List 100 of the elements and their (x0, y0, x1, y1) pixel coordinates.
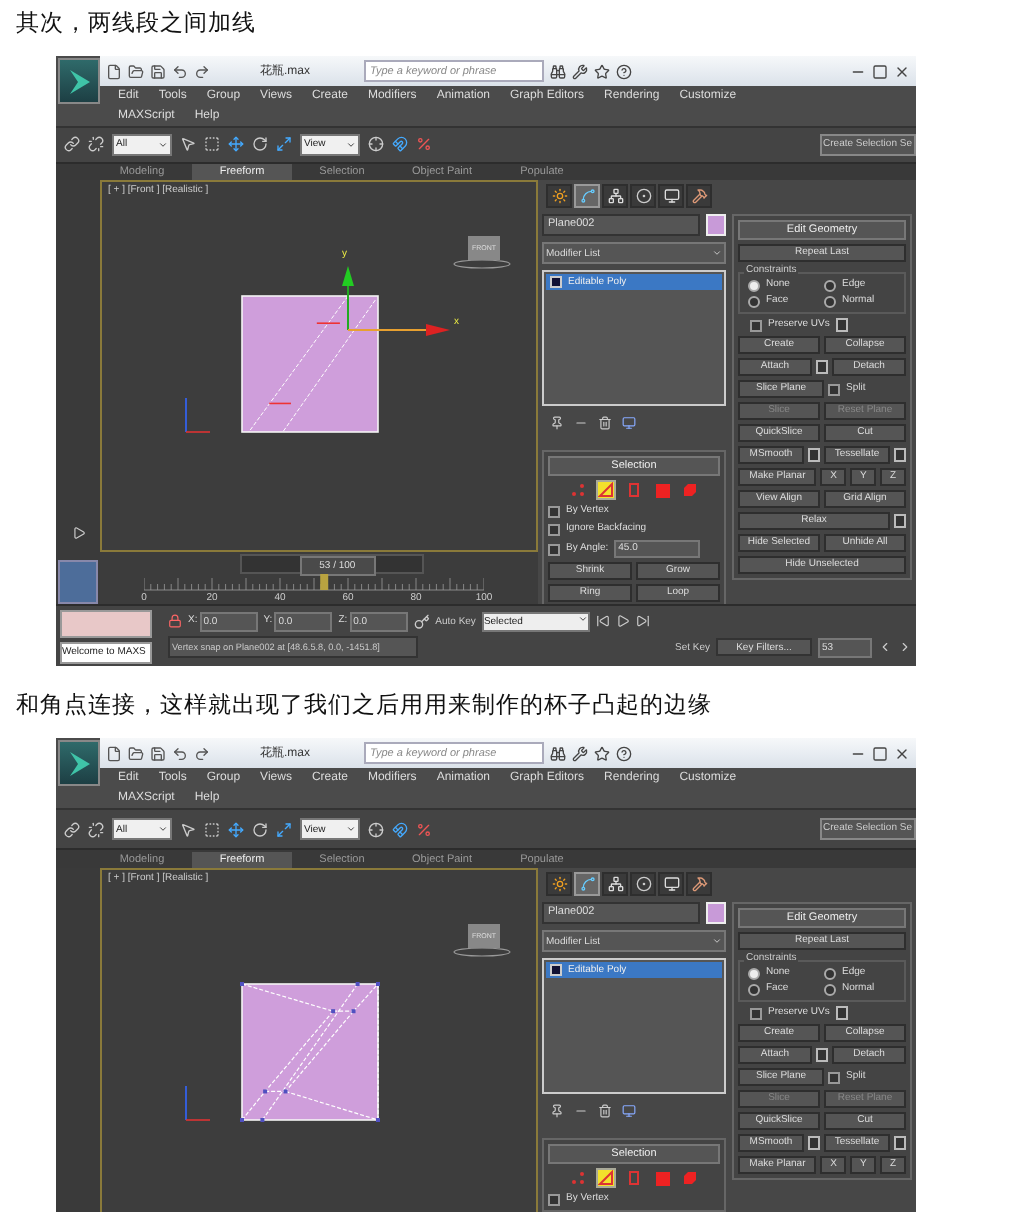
command-panel-tab[interactable] (546, 184, 572, 208)
play-icon[interactable] (71, 526, 85, 540)
settings-button[interactable] (894, 1136, 906, 1150)
settings-button[interactable] (835, 318, 848, 332)
move-icon[interactable] (228, 821, 244, 837)
star-icon[interactable] (594, 745, 611, 761)
expand-icon[interactable] (550, 276, 562, 288)
crosshair-icon[interactable] (368, 821, 384, 837)
settings-button[interactable] (808, 1136, 820, 1150)
radio-button[interactable] (824, 279, 836, 291)
pin-icon[interactable] (550, 415, 564, 429)
checkbox[interactable] (548, 543, 560, 555)
checkbox[interactable] (750, 1007, 762, 1019)
close-icon[interactable] (894, 745, 910, 761)
checkbox[interactable] (548, 523, 560, 535)
redo-icon[interactable] (194, 745, 210, 761)
settings-button[interactable] (835, 1006, 848, 1020)
app-logo[interactable] (58, 740, 100, 786)
radio-button[interactable] (748, 967, 760, 979)
marquee-icon[interactable] (204, 136, 220, 153)
help-icon[interactable] (616, 63, 633, 79)
object-color-swatch[interactable] (706, 902, 726, 924)
settings-button[interactable] (894, 448, 906, 462)
trash-icon[interactable] (598, 415, 612, 429)
binoculars-icon[interactable] (550, 745, 567, 761)
wrench-icon[interactable] (572, 63, 589, 79)
checkbox[interactable] (548, 1193, 560, 1205)
checkbox[interactable] (828, 383, 840, 395)
radio-button[interactable] (748, 983, 760, 995)
folder-icon[interactable] (128, 745, 144, 761)
pointer-icon[interactable] (180, 821, 196, 837)
key-icon[interactable] (413, 613, 430, 629)
binoculars-icon[interactable] (550, 63, 567, 79)
play-icon[interactable] (615, 614, 630, 628)
undo-icon[interactable] (172, 63, 188, 79)
close-icon[interactable] (894, 63, 910, 79)
help-icon[interactable] (616, 745, 633, 761)
radio-button[interactable] (824, 967, 836, 979)
app-logo[interactable] (58, 58, 100, 104)
radio-button[interactable] (824, 295, 836, 307)
chevron-right-icon[interactable] (898, 640, 912, 654)
command-panel-tab[interactable] (658, 184, 684, 208)
undo-icon[interactable] (172, 745, 188, 761)
move-icon[interactable] (228, 136, 244, 153)
sub-object-button[interactable] (596, 1168, 616, 1188)
command-panel-tab[interactable] (546, 872, 572, 896)
monitor-icon[interactable] (622, 1103, 636, 1117)
wrench-icon[interactable] (572, 745, 589, 761)
marquee-icon[interactable] (204, 821, 220, 837)
save-icon[interactable] (150, 745, 166, 761)
settings-button[interactable] (816, 360, 828, 374)
skip-back-icon[interactable] (595, 614, 610, 628)
object-color-swatch[interactable] (706, 214, 726, 236)
sub-object-button[interactable] (596, 480, 616, 500)
pointer-icon[interactable] (180, 136, 196, 153)
scale-icon[interactable] (276, 136, 292, 153)
magnet-icon[interactable] (392, 136, 408, 153)
save-icon[interactable] (150, 63, 166, 79)
rotate-icon[interactable] (252, 136, 268, 153)
star-icon[interactable] (594, 63, 611, 79)
viewcube-drawing[interactable] (453, 259, 511, 269)
crosshair-icon[interactable] (368, 136, 384, 153)
trash-icon[interactable] (598, 1103, 612, 1117)
checkbox[interactable] (548, 505, 560, 517)
magnet-icon[interactable] (392, 821, 408, 837)
maximize-icon[interactable] (872, 63, 888, 79)
new-file-icon[interactable] (106, 745, 122, 761)
radio-button[interactable] (824, 983, 836, 995)
settings-button[interactable] (816, 1048, 828, 1062)
command-panel-tab[interactable] (686, 184, 712, 208)
expand-icon[interactable] (550, 964, 562, 976)
radio-button[interactable] (748, 295, 760, 307)
folder-icon[interactable] (128, 63, 144, 79)
unlink-icon[interactable] (88, 136, 104, 153)
percent-icon[interactable] (416, 136, 432, 153)
checkbox[interactable] (828, 1071, 840, 1083)
rotate-icon[interactable] (252, 821, 268, 837)
pin-icon[interactable] (550, 1103, 564, 1117)
viewcube-drawing[interactable] (453, 947, 511, 957)
new-file-icon[interactable] (106, 63, 122, 79)
percent-icon[interactable] (416, 821, 432, 837)
settings-button[interactable] (808, 448, 820, 462)
link-icon[interactable] (64, 821, 80, 837)
redo-icon[interactable] (194, 63, 210, 79)
link-icon[interactable] (64, 136, 80, 153)
monitor-icon[interactable] (622, 415, 636, 429)
command-panel-tab[interactable] (658, 872, 684, 896)
radio-button[interactable] (748, 279, 760, 291)
checkbox[interactable] (750, 319, 762, 331)
command-panel-tab[interactable] (602, 184, 628, 208)
lock-icon[interactable] (168, 614, 182, 628)
chevron-left-icon[interactable] (878, 640, 892, 654)
skip-forward-icon[interactable] (635, 614, 650, 628)
unlink-icon[interactable] (88, 821, 104, 837)
move-gizmo-drawing[interactable] (342, 266, 450, 336)
command-panel-tab[interactable] (630, 184, 656, 208)
timeline-ruler[interactable] (144, 574, 484, 592)
command-panel-tab[interactable] (686, 872, 712, 896)
command-panel-tab[interactable] (630, 872, 656, 896)
maximize-icon[interactable] (872, 745, 888, 761)
